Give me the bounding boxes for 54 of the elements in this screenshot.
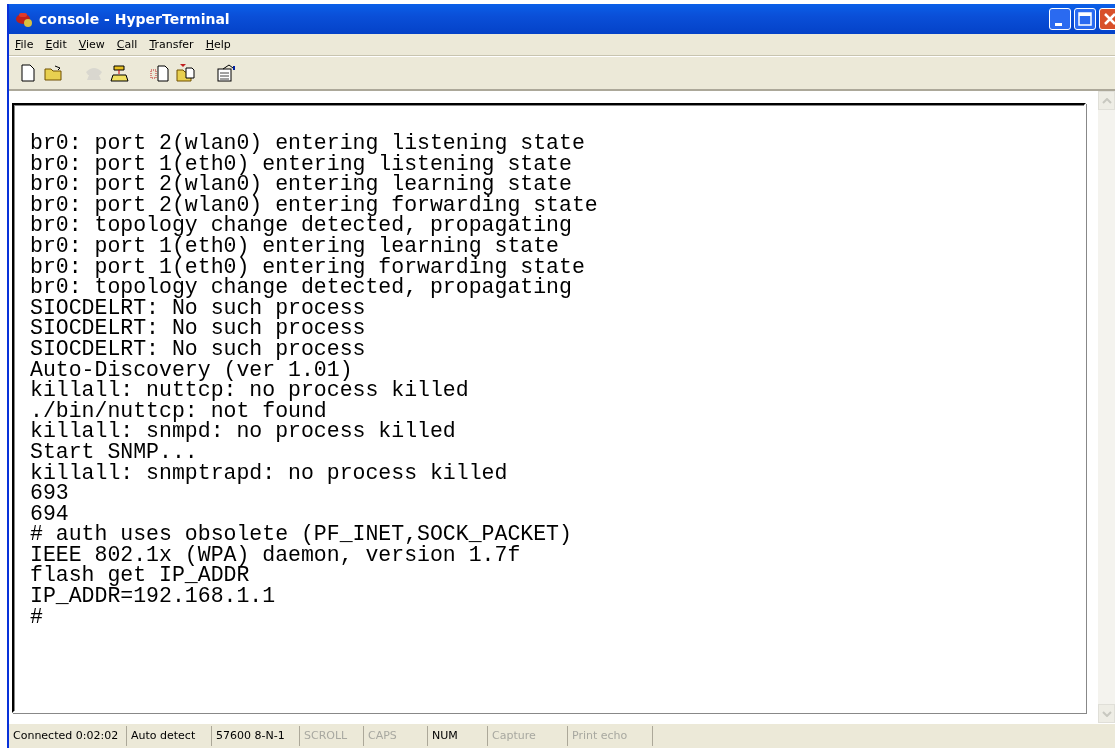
terminal-line: ./bin/nuttcp: not found	[30, 400, 327, 422]
status-indicator: CAPS	[364, 726, 428, 746]
terminal-line: flash get IP_ADDR	[30, 565, 250, 587]
terminal-line: killall: snmptrapd: no process killed	[30, 462, 509, 484]
properties-icon	[216, 64, 236, 82]
terminal-line: br0: port 1(eth0) entering listening state	[30, 153, 573, 175]
status-field: Auto detect	[127, 726, 212, 746]
document-icon	[18, 64, 38, 82]
menu-item[interactable]: Help	[205, 38, 231, 51]
terminal-line: 693	[30, 483, 70, 504]
menu-item[interactable]: Transfer	[149, 38, 194, 51]
status-field: 57600 8-N-1	[212, 726, 300, 746]
status-indicator: Print echo	[568, 726, 653, 746]
folder-icon	[44, 64, 64, 82]
minimize-icon	[1054, 22, 1062, 26]
phone-icon	[110, 64, 130, 82]
maximize-icon	[1078, 12, 1092, 26]
terminal-line: br0: port 2(wlan0) entering learning state	[30, 174, 572, 195]
menu-item[interactable]: File	[15, 38, 34, 51]
close-icon	[1103, 12, 1115, 26]
document-icon	[150, 64, 170, 82]
terminal-line: br0: port 1(eth0) entering forwarding state	[30, 256, 586, 278]
terminal-line: br0: port 1(eth0) entering learning state	[30, 235, 559, 257]
terminal-line: # auth uses obsolete (PF_INET,SOCK_PACKET)	[30, 524, 573, 545]
status-indicator: SCROLL	[300, 726, 364, 746]
menu-item[interactable]: Edit	[45, 38, 67, 51]
terminal-line: SIOCDELRT: No such process	[30, 338, 367, 360]
terminal-line: br0: topology change detected, propagating	[30, 277, 573, 298]
menu-item[interactable]: View	[78, 38, 105, 51]
phone-icon	[15, 10, 33, 28]
terminal-line: 694	[30, 503, 69, 525]
status-indicator: NUM	[428, 726, 488, 746]
window-title: console - HyperTerminal	[39, 11, 230, 27]
terminal-line: IP_ADDR=192.168.1.1	[30, 586, 277, 607]
folder-icon	[176, 64, 196, 82]
close-button[interactable]	[1099, 8, 1115, 30]
terminal-line: br0: topology change detected, propagating	[30, 215, 573, 236]
terminal-line: br0: port 2(wlan0) entering listening state	[30, 133, 586, 154]
minimize-button[interactable]	[1049, 8, 1071, 30]
terminal-line: Auto-Discovery (ver 1.01)	[30, 359, 353, 381]
terminal-line: SIOCDELRT: No such process	[30, 297, 366, 319]
terminal-line: SIOCDELRT: No such process	[30, 318, 367, 339]
menu-item[interactable]: Call	[116, 38, 138, 51]
terminal-line: br0: port 2(wlan0) entering forwarding state	[30, 194, 599, 216]
status-field: Connected 0:02:02	[9, 726, 127, 746]
terminal-line: IEEE 802.1x (WPA) daemon, version 1.7f	[30, 544, 521, 566]
maximize-button[interactable]	[1074, 8, 1096, 30]
terminal-line: #	[30, 606, 44, 628]
terminal-line: Start SNMP...	[30, 441, 198, 463]
terminal-line: killall: nuttcp: no process killed	[30, 380, 470, 401]
caret-down-icon	[1101, 710, 1112, 717]
caret-up-icon	[1101, 97, 1112, 104]
status-indicator: Capture	[488, 726, 568, 746]
terminal-line: killall: snmpd: no process killed	[30, 421, 457, 442]
